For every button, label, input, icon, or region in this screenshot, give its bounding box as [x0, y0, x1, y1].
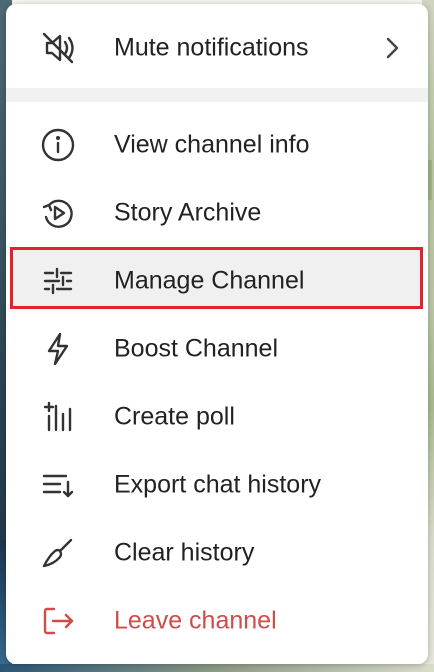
menu-item-label: Clear history [114, 538, 255, 567]
menu-item-leave-channel[interactable]: Leave channel [6, 587, 428, 655]
menu-item-label: Manage Channel [114, 266, 305, 295]
lightning-icon [38, 329, 78, 369]
menu-item-label: Story Archive [114, 198, 262, 227]
menu-separator [6, 88, 428, 102]
sliders-icon [38, 261, 78, 301]
menu-item-story-archive[interactable]: Story Archive [6, 179, 428, 247]
menu-item-export-chat-history[interactable]: Export chat history [6, 451, 428, 519]
broom-icon [38, 533, 78, 573]
menu-item-label: Boost Channel [114, 334, 279, 363]
leave-icon [38, 601, 78, 641]
menu-item-mute-notifications[interactable]: Mute notifications [6, 14, 428, 82]
chevron-right-icon [386, 37, 399, 59]
menu-item-label: Export chat history [114, 470, 322, 499]
menu-item-clear-history[interactable]: Clear history [6, 519, 428, 587]
menu-item-label: Create poll [114, 402, 235, 431]
background-bottom-strip [0, 664, 434, 672]
export-icon [38, 465, 78, 505]
channel-context-menu: Mute notifications View channel info Sto… [6, 4, 428, 664]
bell-off-icon [38, 28, 78, 68]
menu-item-label: View channel info [114, 130, 310, 159]
menu-item-label: Leave channel [114, 606, 277, 635]
menu-item-boost-channel[interactable]: Boost Channel [6, 315, 428, 383]
menu-item-label: Mute notifications [114, 33, 309, 62]
info-icon [38, 125, 78, 165]
menu-item-manage-channel[interactable]: Manage Channel [6, 247, 428, 315]
menu-item-create-poll[interactable]: Create poll [6, 383, 428, 451]
story-archive-icon [38, 193, 78, 233]
menu-item-view-channel-info[interactable]: View channel info [6, 111, 428, 179]
poll-icon [38, 397, 78, 437]
